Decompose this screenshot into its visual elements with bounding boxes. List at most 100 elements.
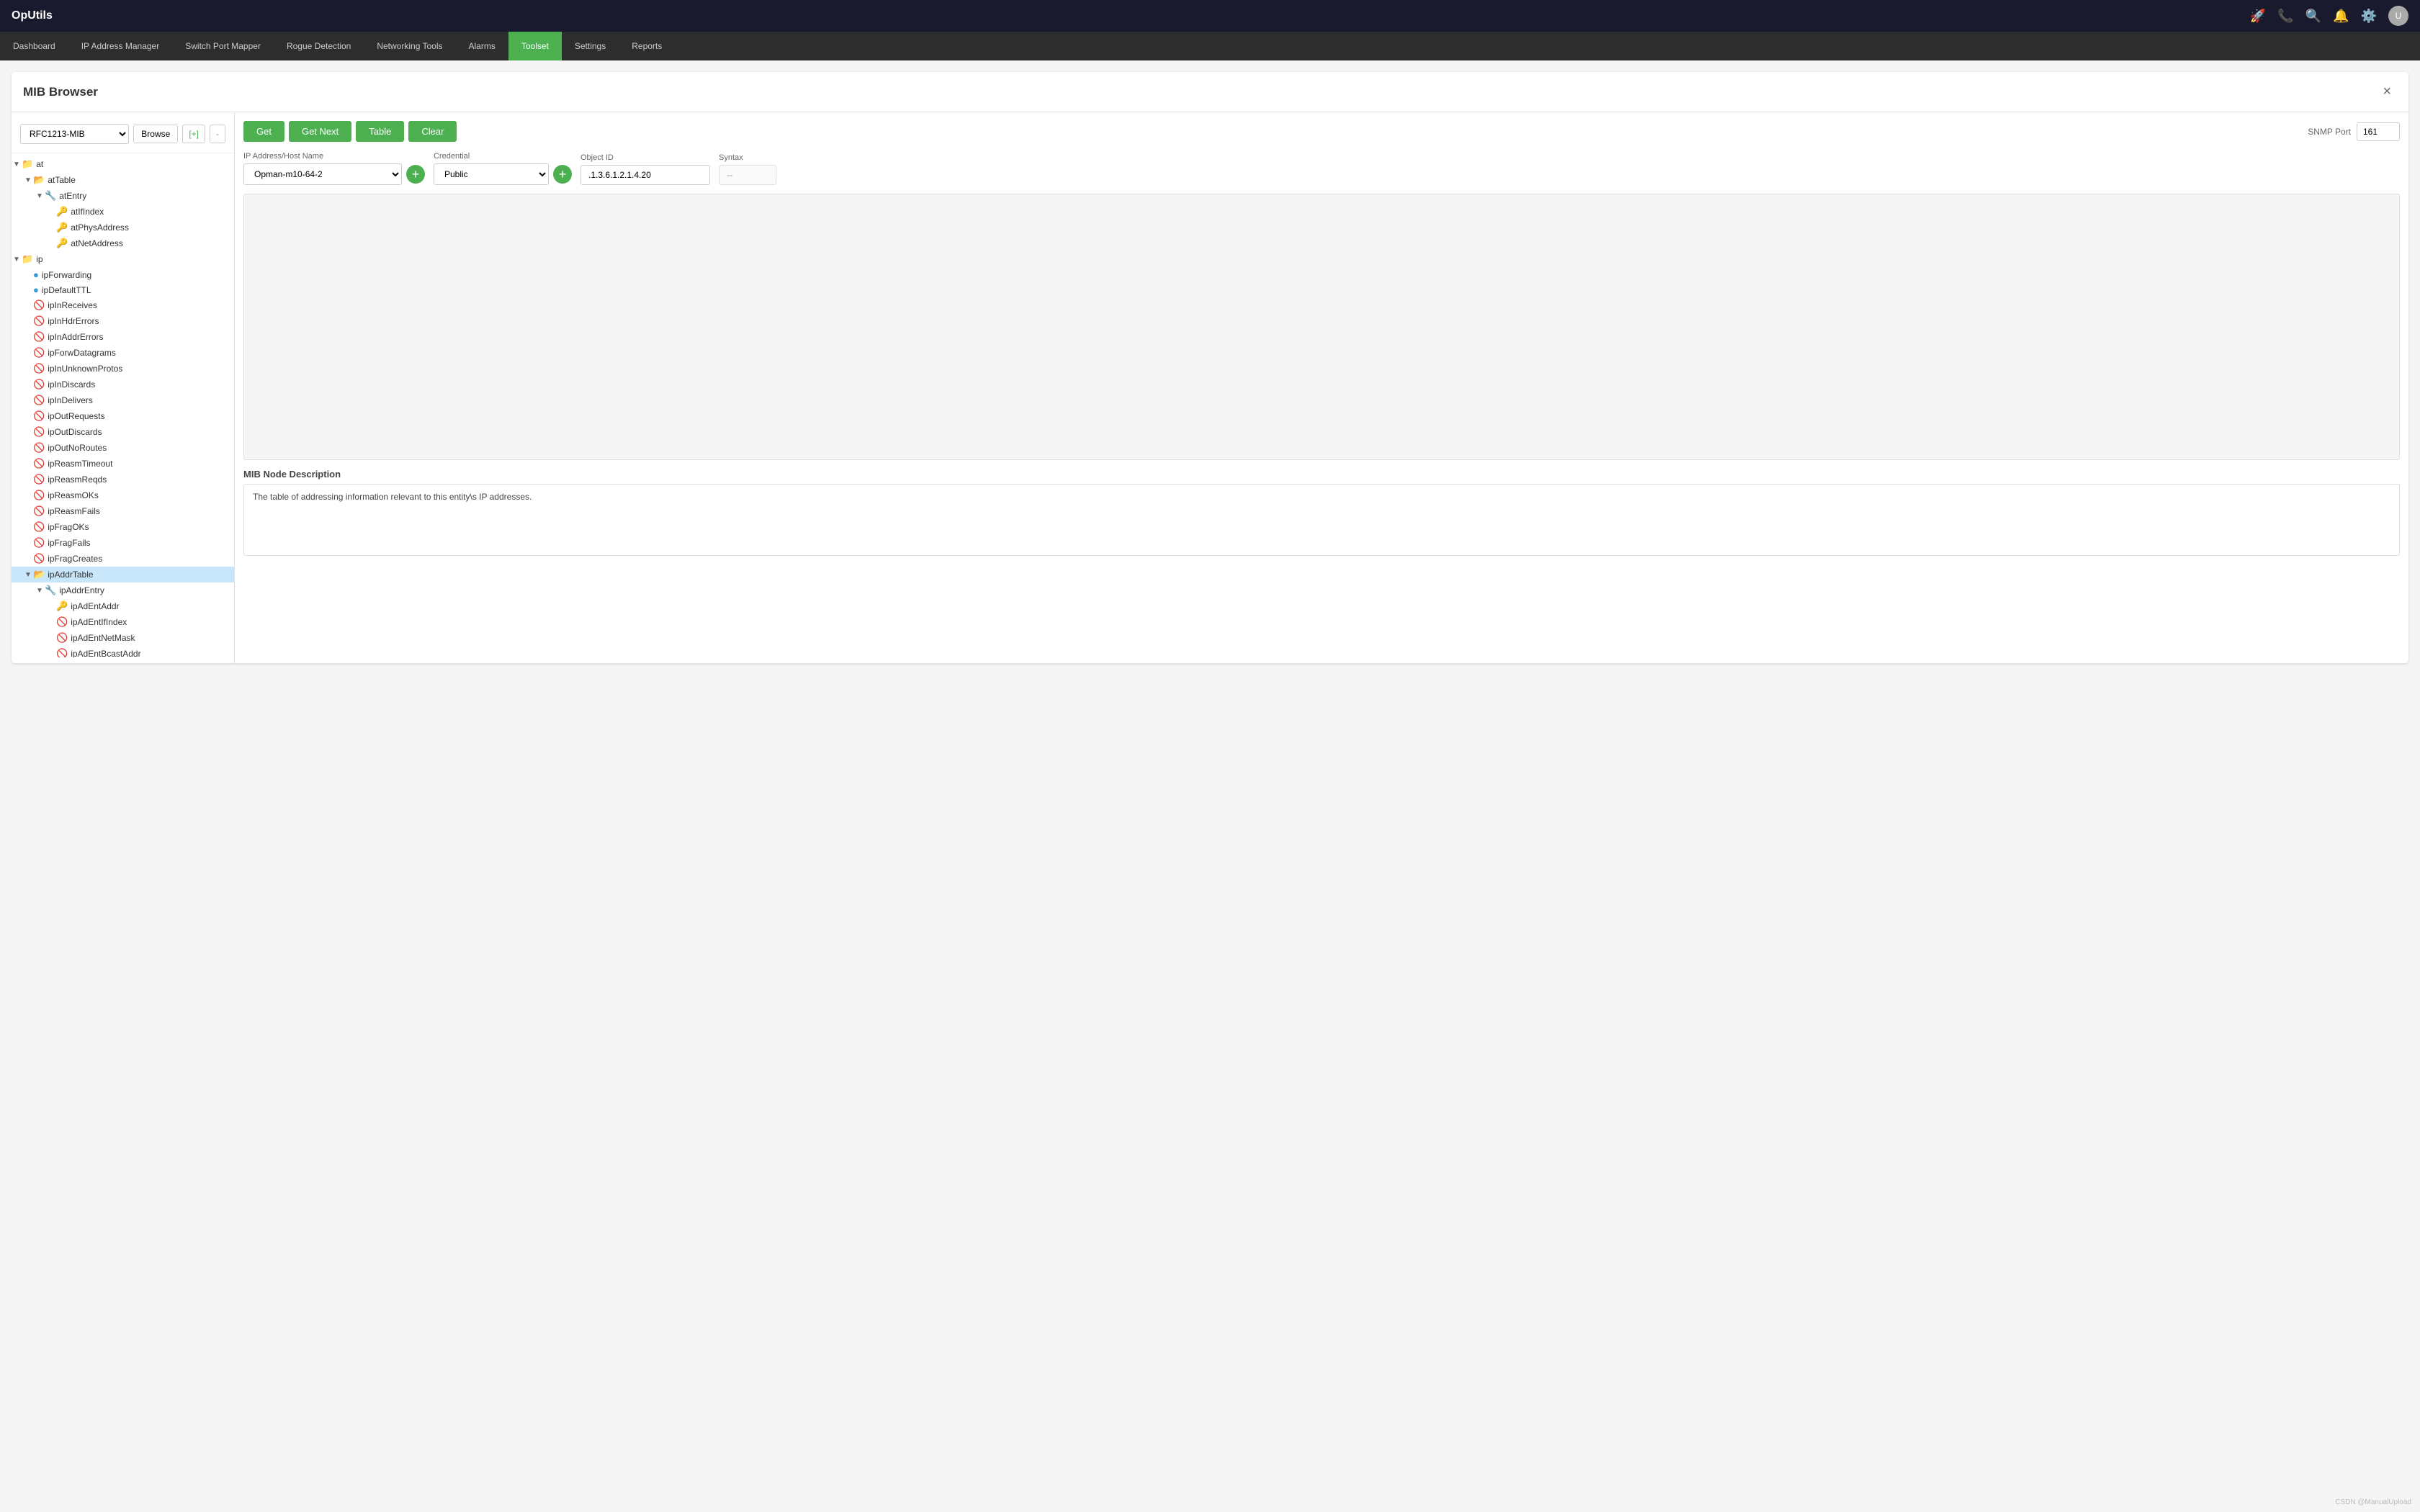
tree-node-label: ipAdEntNetMask	[71, 633, 135, 643]
tree-node-label: ipFragOKs	[48, 522, 89, 532]
snmp-port-input[interactable]	[2357, 122, 2400, 141]
syntax-value: --	[719, 165, 776, 185]
tree-item-ipAdEntIfIndex[interactable]: 🚫ipAdEntIfIndex	[12, 614, 234, 630]
nav-settings[interactable]: Settings	[562, 32, 619, 60]
add-ip-button[interactable]: +	[406, 165, 425, 184]
toolbar: Get Get Next Table Clear SNMP Port	[243, 121, 2400, 142]
nav-networking-tools[interactable]: Networking Tools	[364, 32, 455, 60]
tree-item-ipInDelivers[interactable]: 🚫ipInDelivers	[12, 392, 234, 408]
tree-node-icon: 🚫	[33, 426, 45, 438]
tree-item-atEntry[interactable]: ▼🔧atEntry	[12, 188, 234, 204]
mib-select[interactable]: RFC1213-MIB	[20, 124, 129, 144]
search-icon[interactable]: 🔍	[2305, 9, 2321, 24]
snmp-port-label: SNMP Port	[2308, 127, 2351, 137]
tree-node-icon: 🚫	[33, 505, 45, 517]
tree-node-icon: 🔑	[56, 206, 68, 217]
tree-item-ipInUnknownProtos[interactable]: 🚫ipInUnknownProtos	[12, 361, 234, 377]
tree-item-ipInHdrErrors[interactable]: 🚫ipInHdrErrors	[12, 313, 234, 329]
tree-node-icon: 🚫	[33, 363, 45, 374]
tree-item-ipReasmTimeout[interactable]: 🚫ipReasmTimeout	[12, 456, 234, 472]
browse-button[interactable]: Browse	[133, 125, 178, 143]
object-id-input[interactable]	[581, 165, 710, 185]
gear-icon[interactable]: ⚙️	[2361, 9, 2377, 24]
tree-toggle-icon[interactable]: ▼	[35, 192, 45, 200]
tree-node-label: ipAdEntIfIndex	[71, 617, 127, 627]
tree-toggle-icon[interactable]: ▼	[23, 176, 33, 184]
tree-item-ip[interactable]: ▼📁ip	[12, 251, 234, 267]
fields-row: IP Address/Host Name Opman-m10-64-2 + Cr…	[243, 152, 2400, 185]
tree-node-icon: 🚫	[56, 632, 68, 644]
nav-switch-port-mapper[interactable]: Switch Port Mapper	[172, 32, 274, 60]
rocket-icon[interactable]: 🚀	[2250, 9, 2266, 24]
tree-item-ipAdEntAddr[interactable]: 🔑ipAdEntAddr	[12, 598, 234, 614]
tree-item-ipFragCreates[interactable]: 🚫ipFragCreates	[12, 551, 234, 567]
mib-browser-title: MIB Browser	[23, 85, 98, 99]
nav-toolset[interactable]: Toolset	[508, 32, 562, 60]
tree-item-atPhysAddress[interactable]: 🔑atPhysAddress	[12, 220, 234, 235]
tree-item-ipOutRequests[interactable]: 🚫ipOutRequests	[12, 408, 234, 424]
tree-node-label: ipDefaultTTL	[42, 285, 91, 295]
tree-node-icon: 🚫	[33, 458, 45, 469]
tree-item-ipReasmFails[interactable]: 🚫ipReasmFails	[12, 503, 234, 519]
object-id-label: Object ID	[581, 153, 710, 162]
tree-item-ipInReceives[interactable]: 🚫ipInReceives	[12, 297, 234, 313]
tree-item-ipReasmReqds[interactable]: 🚫ipReasmReqds	[12, 472, 234, 487]
tree-toggle-icon[interactable]: ▼	[12, 256, 22, 264]
tree-item-ipAddrEntry[interactable]: ▼🔧ipAddrEntry	[12, 582, 234, 598]
tree-toggle-icon[interactable]: ▼	[35, 587, 45, 595]
mib-node-description-text: The table of addressing information rele…	[243, 484, 2400, 556]
tree-item-ipDefaultTTL[interactable]: ●ipDefaultTTL	[12, 282, 234, 297]
tree-item-ipAdEntBcastAddr[interactable]: 🚫ipAdEntBcastAddr	[12, 646, 234, 657]
tree-node-label: ipForwarding	[42, 270, 91, 280]
add-credential-button[interactable]: +	[553, 165, 572, 184]
watermark: CSDN @ManualUpload	[2335, 1498, 2411, 1506]
tree-item-ipForwarding[interactable]: ●ipForwarding	[12, 267, 234, 282]
topbar-actions: 🚀 📞 🔍 🔔 ⚙️ U	[2250, 6, 2408, 26]
close-button[interactable]: ×	[2377, 81, 2397, 103]
tree-toggle-icon[interactable]: ▼	[23, 571, 33, 579]
tree-item-ipAdEntNetMask[interactable]: 🚫ipAdEntNetMask	[12, 630, 234, 646]
ip-select[interactable]: Opman-m10-64-2	[243, 163, 402, 185]
credential-select[interactable]: Public	[434, 163, 549, 185]
tree-item-atNetAddress[interactable]: 🔑atNetAddress	[12, 235, 234, 251]
nav-ip-address-manager[interactable]: IP Address Manager	[68, 32, 173, 60]
nav-dashboard[interactable]: Dashboard	[0, 32, 68, 60]
nav-rogue-detection[interactable]: Rogue Detection	[274, 32, 364, 60]
add-mib-button[interactable]: [+]	[182, 125, 205, 143]
mib-node-description-section: MIB Node Description The table of addres…	[243, 469, 2400, 556]
tree-node-icon: 🔑	[56, 238, 68, 249]
tree-node-label: ipFragFails	[48, 538, 90, 548]
nav-alarms[interactable]: Alarms	[456, 32, 508, 60]
tree-item-ipForwDatagrams[interactable]: 🚫ipForwDatagrams	[12, 345, 234, 361]
tree-item-ipOutNoRoutes[interactable]: 🚫ipOutNoRoutes	[12, 440, 234, 456]
tree-item-ipReasmOKs[interactable]: 🚫ipReasmOKs	[12, 487, 234, 503]
tree-item-atTable[interactable]: ▼📂atTable	[12, 172, 234, 188]
user-avatar[interactable]: U	[2388, 6, 2408, 26]
tree-item-ipOutDiscards[interactable]: 🚫ipOutDiscards	[12, 424, 234, 440]
tree-node-icon: 🔑	[56, 222, 68, 233]
phone-icon[interactable]: 📞	[2277, 9, 2293, 24]
tree-item-ipInDiscards[interactable]: 🚫ipInDiscards	[12, 377, 234, 392]
tree-node-icon: 🚫	[33, 331, 45, 343]
tree-node-icon: 🚫	[33, 347, 45, 359]
get-next-button[interactable]: Get Next	[289, 121, 351, 142]
tree-item-ipFragFails[interactable]: 🚫ipFragFails	[12, 535, 234, 551]
navbar: Dashboard IP Address Manager Switch Port…	[0, 32, 2420, 60]
topbar: OpUtils 🚀 📞 🔍 🔔 ⚙️ U	[0, 0, 2420, 32]
bell-icon[interactable]: 🔔	[2333, 9, 2349, 24]
tree-node-icon: 🚫	[33, 537, 45, 549]
tree-node-label: ipReasmOKs	[48, 490, 99, 500]
clear-button[interactable]: Clear	[408, 121, 457, 142]
remove-mib-button[interactable]: -	[210, 125, 225, 143]
tree-item-atIfIndex[interactable]: 🔑atIfIndex	[12, 204, 234, 220]
nav-reports[interactable]: Reports	[619, 32, 675, 60]
tree-item-ipAddrTable[interactable]: ▼📂ipAddrTable	[12, 567, 234, 582]
table-button[interactable]: Table	[356, 121, 404, 142]
get-button[interactable]: Get	[243, 121, 284, 142]
object-id-input-row	[581, 165, 710, 185]
tree-item-ipFragOKs[interactable]: 🚫ipFragOKs	[12, 519, 234, 535]
tree-node-label: ipAddrTable	[48, 570, 93, 580]
tree-item-ipInAddrErrors[interactable]: 🚫ipInAddrErrors	[12, 329, 234, 345]
tree-item-at[interactable]: ▼📁at	[12, 156, 234, 172]
tree-toggle-icon[interactable]: ▼	[12, 161, 22, 168]
